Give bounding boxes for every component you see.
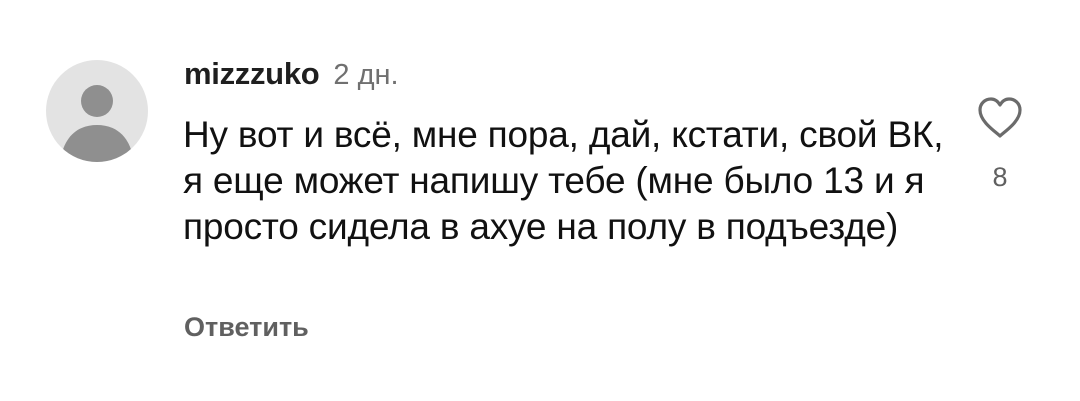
username[interactable]: mizzzuko [184,56,320,92]
comment-header: mizzzuko 2 дн. [184,56,399,96]
like-button[interactable]: 8 [968,96,1032,196]
avatar[interactable] [46,60,148,162]
like-count: 8 [992,162,1008,192]
comment-item: mizzzuko 2 дн. Ну вот и всё, мне пора, д… [0,0,1080,401]
comment-text: Ну вот и всё, мне пора, дай, кстати, сво… [183,114,944,247]
default-user-icon [60,85,134,162]
timestamp: 2 дн. [333,59,399,91]
reply-button[interactable]: Ответить [184,312,309,343]
heart-icon[interactable] [976,96,1024,140]
